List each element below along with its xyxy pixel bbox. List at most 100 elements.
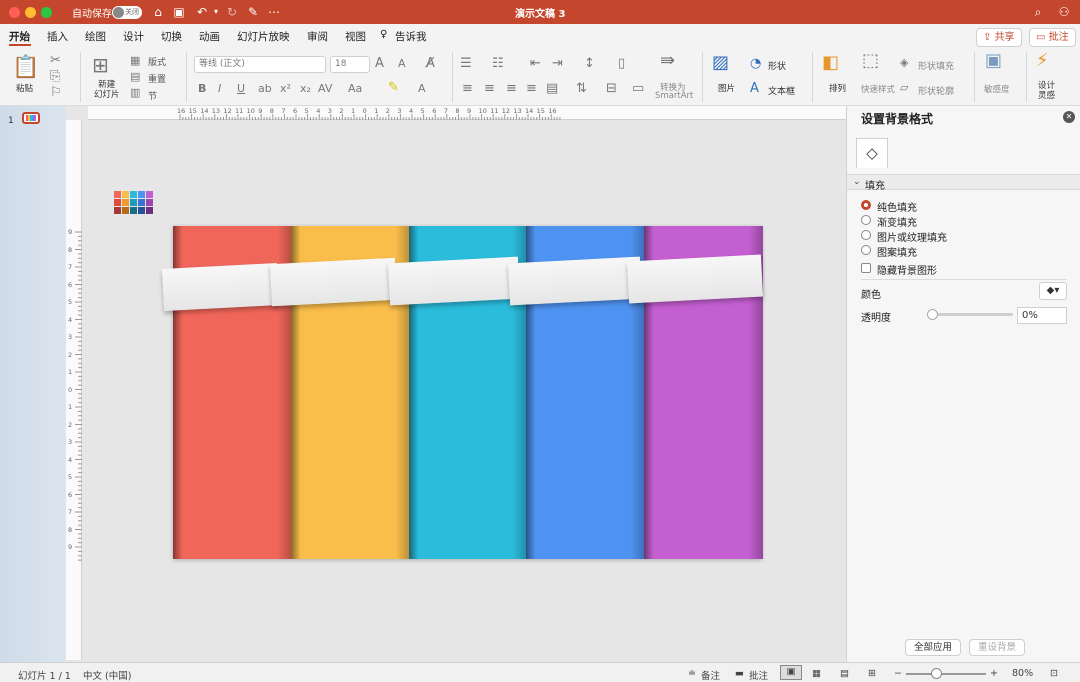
italic-icon[interactable]: I — [218, 82, 221, 96]
section-icon[interactable]: ▥ — [130, 86, 140, 100]
ribbon-band-2[interactable] — [269, 257, 398, 307]
hide-bg-checkbox[interactable] — [861, 263, 871, 273]
slide-sorter-icon[interactable]: ▦ — [812, 668, 821, 679]
align-center-icon[interactable]: ≡ — [484, 82, 495, 96]
comments-icon[interactable]: ▬ — [735, 668, 744, 679]
char-spacing-icon[interactable]: AV — [318, 82, 332, 96]
superscript-icon[interactable]: x² — [280, 82, 291, 96]
underline-icon[interactable]: U — [237, 82, 245, 96]
format-painter-icon[interactable]: ⚐ — [50, 86, 62, 100]
clear-format-icon[interactable]: A̸ — [426, 57, 435, 71]
align-right-icon[interactable]: ≡ — [506, 82, 517, 96]
decrease-indent-icon[interactable]: ⇤ — [530, 57, 541, 71]
tab-slideshow[interactable]: 幻灯片放映 — [237, 29, 290, 44]
picture-icon[interactable]: ▨ — [712, 54, 729, 72]
font-size-select[interactable]: 18 — [330, 56, 370, 73]
tab-draw[interactable]: 绘图 — [85, 29, 106, 44]
paste-icon[interactable]: 📋 — [12, 56, 39, 80]
save-icon[interactable]: ▣ — [171, 4, 187, 20]
change-case-icon[interactable]: Aa — [348, 82, 362, 96]
new-slide-icon[interactable]: ⊞ — [92, 54, 109, 76]
account-icon[interactable]: ⚇ — [1056, 4, 1072, 20]
reset-button[interactable]: 重置 — [148, 72, 166, 85]
ribbon-band-4[interactable] — [507, 256, 643, 306]
zoom-in-icon[interactable]: + — [990, 668, 998, 679]
subscript-icon[interactable]: x₂ — [300, 82, 311, 96]
tab-animations[interactable]: 动画 — [199, 29, 220, 44]
minimize-window-button[interactable] — [25, 7, 36, 18]
notes-button[interactable]: 备注 — [701, 668, 720, 682]
transparency-slider-thumb[interactable] — [927, 309, 938, 320]
edit-icon[interactable]: ✎ — [245, 4, 261, 20]
solid-fill-radio[interactable] — [861, 200, 871, 210]
tab-view[interactable]: 视图 — [345, 29, 366, 44]
color-picker-button[interactable]: ◆▾ — [1039, 282, 1067, 300]
zoom-slider[interactable] — [906, 673, 986, 675]
tab-transitions[interactable]: 切换 — [161, 29, 182, 44]
shape-outline-icon[interactable]: ▱ — [900, 81, 908, 95]
textbox-button[interactable]: 文本框 — [768, 84, 795, 97]
distribute-icon[interactable]: ▤ — [546, 82, 558, 96]
layout-icon[interactable]: ▦ — [130, 54, 140, 68]
fill-bucket-icon[interactable]: ◇ — [856, 138, 888, 168]
reset-icon[interactable]: ▤ — [130, 70, 140, 84]
more-icon[interactable]: ⋯ — [266, 4, 282, 20]
decrease-font-icon[interactable]: A — [398, 57, 406, 71]
text-direction-icon[interactable]: ⇅ — [576, 82, 587, 96]
comments-button[interactable]: 批注 — [749, 668, 768, 682]
transparency-slider[interactable] — [933, 313, 1013, 316]
strikethrough-icon[interactable]: ab — [258, 82, 272, 96]
slide-canvas[interactable] — [161, 226, 764, 559]
align-left-icon[interactable]: ≡ — [462, 82, 473, 96]
cut-icon[interactable]: ✂ — [50, 54, 61, 68]
normal-view-icon[interactable]: ▣ — [780, 665, 802, 680]
sensitivity-icon[interactable]: ▣ — [985, 52, 1002, 70]
reading-view-icon[interactable]: ▤ — [840, 668, 849, 679]
notes-icon[interactable]: ≐ — [688, 668, 696, 679]
tab-design[interactable]: 设计 — [123, 29, 144, 44]
smartart-icon[interactable]: ⇛ — [660, 52, 675, 70]
tab-review[interactable]: 审阅 — [307, 29, 328, 44]
undo-dropdown-icon[interactable]: ▾ — [208, 4, 224, 20]
zoom-level[interactable]: 80% — [1012, 668, 1033, 679]
increase-indent-icon[interactable]: ⇥ — [552, 57, 563, 71]
redo-icon[interactable]: ↻ — [224, 4, 240, 20]
shape-icon[interactable]: ◔ — [750, 57, 761, 71]
comment-button[interactable]: ▭ 批注 — [1029, 28, 1076, 47]
close-window-button[interactable] — [9, 7, 20, 18]
tab-tell-me[interactable]: 告诉我 — [395, 29, 427, 44]
home-icon[interactable]: ⌂ — [150, 4, 166, 20]
reset-background-button[interactable]: 重设背景 — [969, 639, 1026, 656]
tab-home[interactable]: 开始 — [9, 29, 30, 44]
columns-icon[interactable]: ▯ — [618, 57, 625, 71]
align-text-icon[interactable]: ⊟ — [606, 82, 617, 96]
picture-fill-radio[interactable] — [861, 230, 871, 240]
zoom-slider-thumb[interactable] — [931, 668, 942, 679]
apply-all-button[interactable]: 全部应用 — [905, 639, 962, 656]
bold-icon[interactable]: B — [198, 82, 206, 96]
zoom-out-icon[interactable]: − — [894, 668, 902, 679]
autosave-toggle[interactable]: 关闭 — [112, 6, 142, 19]
quick-styles-icon[interactable]: ⬚ — [862, 52, 879, 70]
slideshow-icon[interactable]: ⊞ — [868, 668, 876, 679]
shape-fill-icon[interactable]: ◈ — [900, 56, 908, 70]
bullets-icon[interactable]: ☰ — [460, 57, 472, 71]
ribbon-band-1[interactable] — [161, 263, 280, 311]
close-pane-icon[interactable]: ✕ — [1063, 111, 1075, 123]
text-box-options-icon[interactable]: ▭ — [632, 82, 644, 96]
ribbon-band-5[interactable] — [626, 254, 764, 304]
search-icon[interactable]: ⌕ — [1030, 4, 1046, 20]
layout-button[interactable]: 版式 — [148, 55, 166, 68]
transparency-input[interactable]: 0% — [1017, 307, 1067, 324]
designer-icon[interactable]: ⚡ — [1036, 52, 1049, 70]
gradient-fill-radio[interactable] — [861, 215, 871, 225]
tab-insert[interactable]: 插入 — [47, 29, 68, 44]
language-indicator[interactable]: 中文 (中国) — [83, 668, 131, 682]
slide-thumbnail[interactable] — [22, 112, 40, 124]
shape-fill-button[interactable]: 形状填充 — [918, 59, 954, 72]
numbering-icon[interactable]: ☷ — [492, 57, 504, 71]
justify-icon[interactable]: ≡ — [526, 82, 537, 96]
copy-icon[interactable]: ⎘ — [50, 70, 60, 84]
pattern-fill-radio[interactable] — [861, 245, 871, 255]
shape-button[interactable]: 形状 — [768, 59, 786, 72]
